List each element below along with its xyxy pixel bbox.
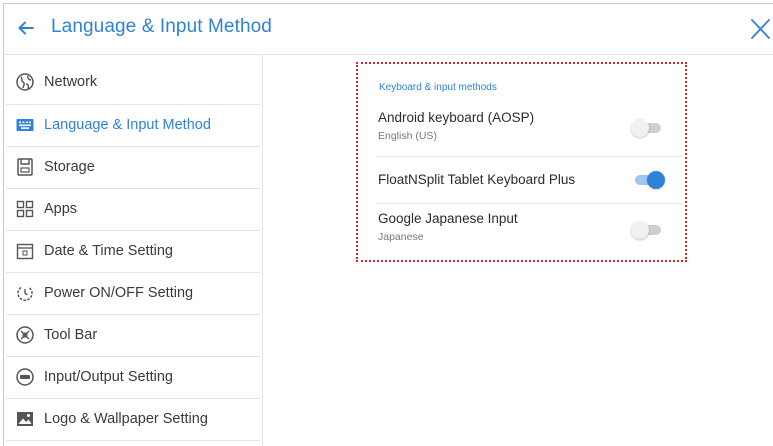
- toggle-switch[interactable]: [631, 118, 665, 138]
- sidebar-item-label: Tool Bar: [44, 327, 98, 343]
- sidebar-item-label: Network: [44, 74, 98, 90]
- sidebar-item-logo-wallpaper[interactable]: Logo & Wallpaper Setting: [4, 399, 262, 440]
- header-bar: Language & Input Method: [4, 4, 773, 55]
- section-title: Keyboard & input methods: [379, 82, 497, 93]
- sidebar-item-label: Date & Time Setting: [44, 243, 173, 259]
- sidebar-item-date-time[interactable]: Date & Time Setting: [4, 231, 262, 272]
- page-title: Language & Input Method: [51, 16, 272, 37]
- toggle-thumb: [631, 119, 649, 137]
- storage-icon: [15, 157, 35, 177]
- keyboard-method-android-aosp[interactable]: Android keyboard (AOSP) English (US): [376, 104, 685, 154]
- sidebar-item-label: Apps: [44, 201, 78, 217]
- sidebar-item-storage[interactable]: Storage: [4, 147, 262, 188]
- keyboard-methods-panel: Keyboard & input methods Android keyboar…: [356, 62, 687, 262]
- toggle-thumb: [647, 171, 665, 189]
- method-name: FloatNSplit Tablet Keyboard Plus: [378, 172, 576, 187]
- input-output-icon: [15, 367, 35, 387]
- sidebar-item-label: Logo & Wallpaper Setting: [44, 411, 208, 427]
- image-icon: [15, 409, 35, 429]
- toggle-switch[interactable]: [631, 220, 665, 240]
- power-icon: [15, 283, 35, 303]
- sidebar: Network Language & Input Method Storage …: [4, 55, 263, 446]
- back-button[interactable]: [15, 17, 37, 39]
- main-content: Keyboard & input methods Android keyboar…: [263, 55, 773, 446]
- toolbar-icon: [15, 325, 35, 345]
- method-subtitle: Japanese: [378, 231, 424, 243]
- keyboard-icon: [15, 115, 35, 135]
- sidebar-item-tool-bar[interactable]: Tool Bar: [4, 315, 262, 356]
- keyboard-method-google-japanese[interactable]: Google Japanese Input Japanese: [376, 204, 685, 256]
- sidebar-item-label: Language & Input Method: [44, 117, 211, 133]
- globe-icon: [15, 72, 35, 92]
- close-button[interactable]: [749, 17, 771, 41]
- sidebar-item-label: Storage: [44, 159, 95, 175]
- sidebar-item-input-output[interactable]: Input/Output Setting: [4, 357, 262, 398]
- close-icon: [751, 19, 770, 39]
- sidebar-item-network[interactable]: Network: [4, 62, 262, 103]
- sidebar-item-language[interactable]: Language & Input Method: [4, 105, 262, 146]
- keyboard-method-floatnsplit[interactable]: FloatNSplit Tablet Keyboard Plus: [376, 157, 685, 203]
- sidebar-item-power[interactable]: Power ON/OFF Setting: [4, 273, 262, 314]
- toggle-thumb: [631, 221, 649, 239]
- sidebar-item-apps[interactable]: Apps: [4, 189, 262, 230]
- divider: [6, 440, 260, 441]
- toggle-switch[interactable]: [631, 170, 665, 190]
- apps-grid-icon: [15, 199, 35, 219]
- method-subtitle: English (US): [378, 130, 437, 142]
- method-name: Google Japanese Input: [378, 211, 518, 226]
- sidebar-item-label: Input/Output Setting: [44, 369, 173, 385]
- method-name: Android keyboard (AOSP): [378, 110, 535, 125]
- sidebar-item-label: Power ON/OFF Setting: [44, 285, 194, 301]
- calendar-icon: [15, 241, 35, 261]
- arrow-left-icon: [18, 21, 34, 35]
